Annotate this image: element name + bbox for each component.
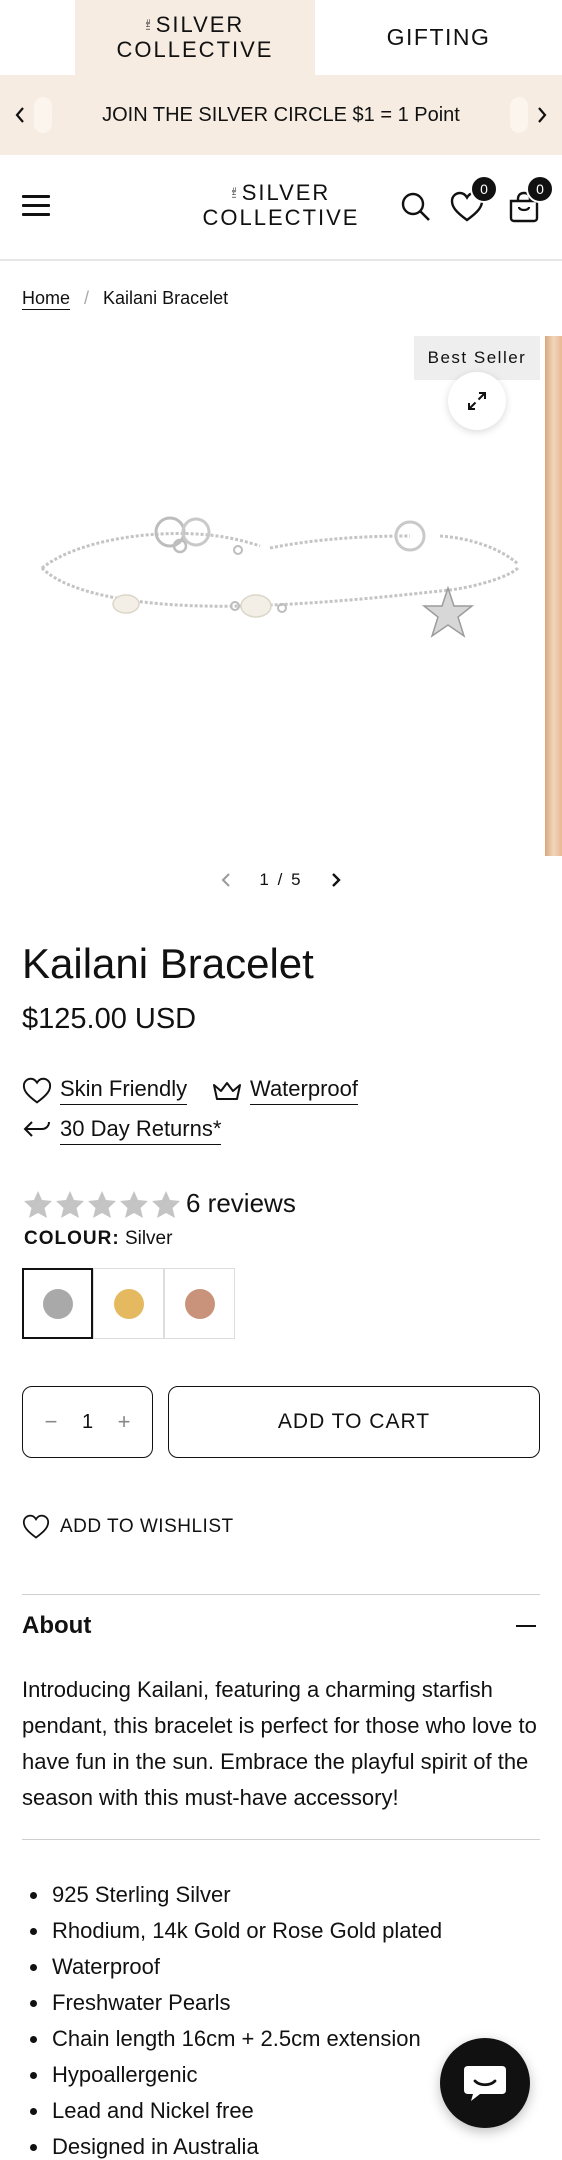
colour-label: COLOUR: Silver [24, 1228, 172, 1250]
bracelet-image [40, 516, 520, 638]
brand-tab-gifting[interactable]: GIFTING [315, 0, 562, 75]
about-accordion-header[interactable]: About [22, 1612, 540, 1640]
announcement-prev-peek [34, 97, 52, 133]
add-to-wishlist-button[interactable]: ADD TO WISHLIST [22, 1514, 234, 1540]
feature-label: Skin Friendly [60, 1076, 188, 1105]
announcement-next-peek [510, 97, 528, 133]
list-item: Rhodium, 14k Gold or Rose Gold plated [22, 1913, 540, 1949]
product-price: $125.00 USD [22, 1003, 197, 1035]
brand-tab-silver-collective[interactable]: THE SILVER COLLECTIVE [75, 0, 315, 75]
logo-word-silver: SILVER [155, 11, 245, 37]
pager-next-icon[interactable] [321, 865, 351, 895]
swatch-silver[interactable] [22, 1268, 93, 1339]
feature-waterproof[interactable]: Waterproof [212, 1076, 359, 1105]
announcement-text[interactable]: JOIN THE SILVER CIRCLE $1 = 1 Point [40, 104, 522, 127]
star-icon [88, 1190, 116, 1218]
add-to-wishlist-label: ADD TO WISHLIST [60, 1516, 234, 1537]
divider [22, 1594, 540, 1595]
crown-icon [213, 1081, 241, 1100]
heart-icon [22, 1077, 52, 1104]
star-icon [120, 1190, 148, 1218]
about-title: About [22, 1612, 92, 1639]
search-icon[interactable] [400, 191, 432, 228]
star-icon [24, 1190, 52, 1218]
swatch-dot [184, 1288, 215, 1319]
product-gallery[interactable]: Best Seller [0, 336, 562, 856]
quantity-input[interactable]: 1 [82, 1411, 93, 1434]
pager-total: 5 [291, 870, 303, 889]
breadcrumb-home-link[interactable]: Home [22, 288, 70, 309]
quantity-decrease-button[interactable]: − [41, 1409, 61, 1435]
quantity-increase-button[interactable]: + [114, 1409, 134, 1435]
announcement-bar: JOIN THE SILVER CIRCLE $1 = 1 Point [0, 75, 562, 155]
list-item: Freshwater Pearls [22, 1985, 540, 2021]
pager-separator: / [277, 870, 285, 889]
feature-returns[interactable]: 30 Day Returns* [22, 1116, 222, 1145]
swatch-gold[interactable] [93, 1268, 164, 1339]
next-image-peek[interactable] [545, 336, 562, 856]
wishlist-header-button[interactable]: 0 [450, 175, 498, 228]
zoom-button[interactable] [448, 372, 506, 430]
breadcrumb: Home / Kailani Bracelet [22, 288, 228, 309]
site-logo[interactable]: THE SILVER COLLECTIVE [200, 181, 362, 231]
gallery-pager: 1 / 5 [0, 862, 562, 898]
pager-count: 1 / 5 [259, 870, 302, 890]
menu-icon[interactable] [22, 195, 50, 219]
brand-tabs: THE SILVER COLLECTIVE GIFTING [0, 0, 562, 75]
swatch-dot [113, 1288, 144, 1319]
breadcrumb-separator: / [84, 288, 90, 308]
chat-button[interactable] [440, 2038, 530, 2128]
swatch-rose-gold[interactable] [164, 1268, 235, 1339]
divider [22, 1839, 540, 1840]
cart-header-button[interactable]: 0 [508, 175, 554, 228]
colour-label-value: Silver [124, 1228, 173, 1249]
star-rating [22, 1189, 182, 1219]
logo-word-collective: COLLECTIVE [116, 36, 274, 62]
feature-label: Waterproof [250, 1076, 359, 1105]
add-to-cart-button[interactable]: ADD TO CART [168, 1386, 540, 1458]
header-logo-silver: SILVER [241, 180, 331, 205]
logo-the: THE [145, 18, 152, 31]
list-item: 925 Sterling Silver [22, 1877, 540, 1913]
pager-current: 1 [259, 870, 271, 889]
colour-swatches [22, 1268, 235, 1339]
reviews-summary[interactable]: 6 reviews [22, 1188, 296, 1219]
star-icon [152, 1190, 180, 1218]
cart-count-badge: 0 [526, 175, 554, 203]
star-icon [56, 1190, 84, 1218]
chat-icon [464, 2066, 506, 2101]
wishlist-count-badge: 0 [470, 175, 498, 203]
return-arrow-icon [23, 1120, 50, 1137]
product-title: Kailani Bracelet [22, 940, 314, 987]
header-logo-the: THE [231, 187, 238, 199]
reviews-count[interactable]: 6 reviews [186, 1188, 296, 1219]
expand-icon [468, 392, 486, 410]
feature-skin-friendly[interactable]: Skin Friendly [22, 1076, 188, 1105]
logo-line1: THE SILVER [145, 11, 245, 37]
heart-icon [22, 1514, 50, 1539]
swatch-dot [42, 1288, 73, 1319]
list-item: Designed in Australia [22, 2129, 540, 2160]
colour-label-key: COLOUR: [24, 1228, 120, 1249]
minus-icon[interactable] [516, 1625, 536, 1627]
header-logo-line1: THE SILVER [232, 181, 331, 205]
pager-prev-icon[interactable] [211, 865, 241, 895]
brand-tab-spacer [0, 0, 75, 75]
list-item: Waterproof [22, 1949, 540, 1985]
chevron-right-icon[interactable] [522, 75, 562, 155]
quantity-stepper: − 1 + [22, 1386, 153, 1458]
feature-label: 30 Day Returns* [60, 1116, 222, 1145]
breadcrumb-current: Kailani Bracelet [103, 288, 229, 308]
header-logo-collective: COLLECTIVE [202, 205, 360, 230]
about-text: Introducing Kailani, featuring a charmin… [22, 1677, 537, 1810]
site-header: THE SILVER COLLECTIVE 0 0 [0, 155, 562, 261]
